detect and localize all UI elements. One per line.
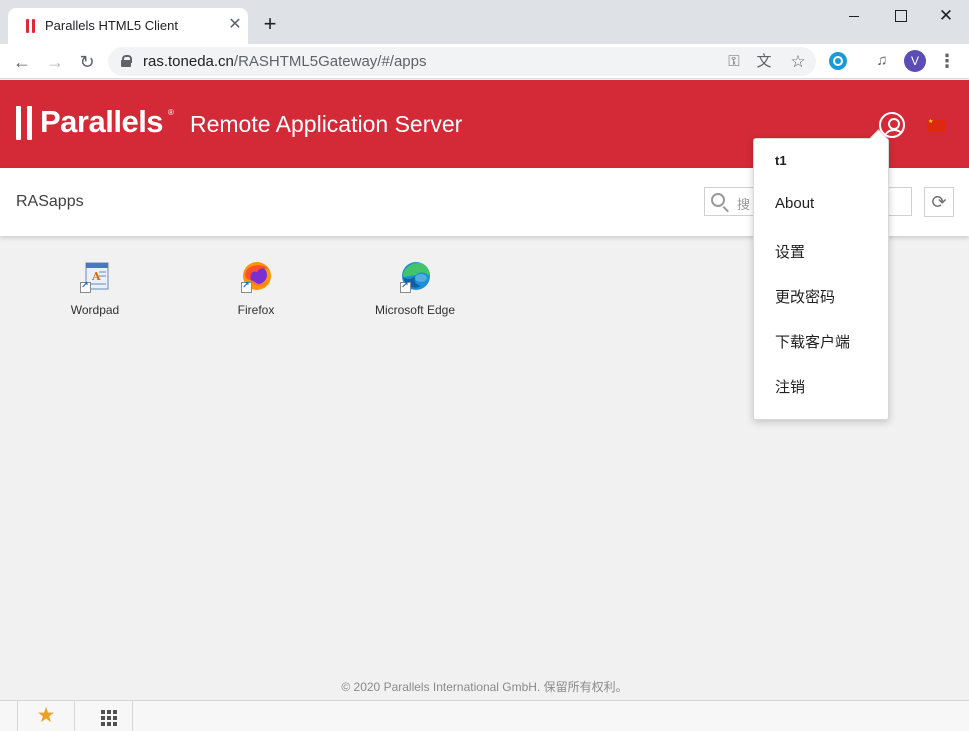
- address-bar[interactable]: ras.toneda.cn/RASHTML5Gateway/#/apps ⚿ 文…: [108, 47, 816, 76]
- media-control-icon[interactable]: ♫: [872, 51, 892, 71]
- browser-menu-icon[interactable]: ⋮: [937, 50, 957, 72]
- translate-icon[interactable]: 文: [754, 52, 774, 72]
- window-close-button[interactable]: ✕: [923, 0, 969, 32]
- menu-item-download-client[interactable]: 下载客户端: [775, 331, 850, 352]
- app-tile-firefox[interactable]: Firefox: [191, 258, 321, 328]
- tab-close-icon[interactable]: ✕: [226, 16, 244, 34]
- menu-username: t1: [775, 153, 787, 168]
- window-maximize-button[interactable]: [877, 0, 923, 32]
- search-icon: [711, 193, 725, 207]
- grid-icon: [101, 710, 117, 726]
- parallels-logo-bars-icon: [16, 106, 34, 140]
- back-arrow-icon[interactable]: ←: [10, 50, 34, 74]
- url-text[interactable]: ras.toneda.cn/RASHTML5Gateway/#/apps: [143, 53, 427, 70]
- favorites-button[interactable]: ★: [17, 701, 75, 731]
- app-label: Wordpad: [70, 303, 120, 317]
- search-placeholder: 搜: [737, 197, 751, 212]
- shortcut-arrow-icon: [80, 280, 91, 293]
- shortcut-arrow-icon: [241, 280, 252, 293]
- section-title: RASapps: [16, 193, 84, 210]
- refresh-icon: ⟳: [931, 192, 947, 212]
- extension-icon[interactable]: [829, 52, 847, 70]
- shortcut-arrow-icon: [400, 280, 411, 293]
- app-label: Firefox: [237, 303, 275, 317]
- app-label: Microsoft Edge: [374, 303, 456, 317]
- lock-icon[interactable]: [121, 55, 132, 67]
- refresh-button[interactable]: ⟳: [924, 187, 954, 217]
- app-tile-wordpad[interactable]: A Wordpad: [30, 258, 160, 328]
- product-name: Remote Application Server: [190, 111, 463, 137]
- profile-avatar[interactable]: V: [904, 50, 926, 72]
- browser-tabstrip: Parallels HTML5 Client ✕ + ✕: [0, 0, 969, 44]
- china-flag-icon[interactable]: [927, 118, 945, 132]
- logo-text: Parallels: [40, 104, 164, 139]
- forward-arrow-icon[interactable]: →: [43, 50, 67, 74]
- bottom-bar: ★: [0, 700, 969, 731]
- copyright-text: © 2020 Parallels International GmbH. 保留所…: [341, 680, 628, 694]
- menu-item-settings[interactable]: 设置: [775, 241, 805, 262]
- menu-item-about[interactable]: About: [775, 195, 814, 212]
- star-icon: ★: [36, 704, 56, 727]
- menu-item-logout[interactable]: 注销: [775, 376, 805, 397]
- logo-registered-mark: ®: [168, 108, 174, 117]
- reload-icon[interactable]: ↻: [75, 50, 99, 74]
- parallels-favicon-icon: [26, 19, 36, 33]
- menu-item-change-password[interactable]: 更改密码: [775, 286, 835, 307]
- user-dropdown-menu: t1 About 设置 更改密码 下载客户端 注销: [753, 138, 889, 420]
- key-icon[interactable]: ⚿: [724, 52, 744, 72]
- tab-title: Parallels HTML5 Client: [45, 18, 178, 33]
- browser-tab[interactable]: Parallels HTML5 Client ✕: [8, 8, 248, 44]
- browser-toolbar: ← → ↻ ras.toneda.cn/RASHTML5Gateway/#/ap…: [0, 44, 969, 79]
- all-apps-button[interactable]: [75, 701, 133, 731]
- app-tile-edge[interactable]: Microsoft Edge: [350, 258, 480, 328]
- new-tab-button[interactable]: +: [260, 13, 280, 35]
- bookmark-star-icon[interactable]: ☆: [788, 52, 808, 72]
- window-minimize-button[interactable]: [831, 0, 877, 32]
